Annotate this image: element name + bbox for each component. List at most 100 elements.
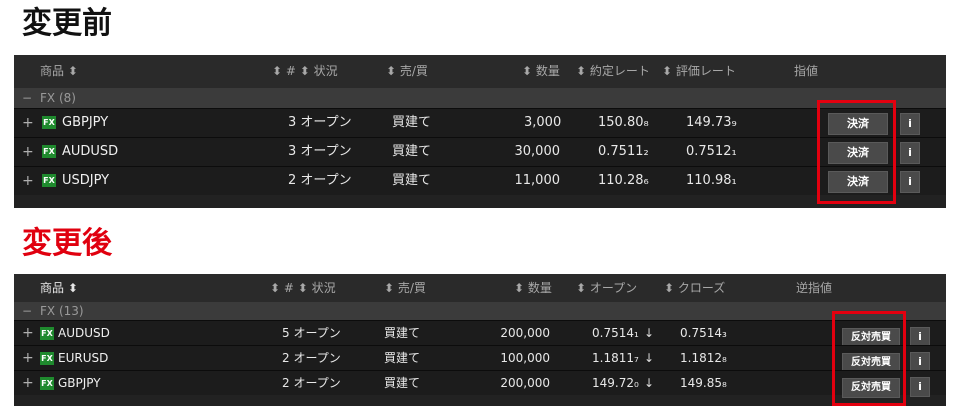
settle-button[interactable]: 決済 [828, 113, 888, 135]
fx-icon: FX [42, 116, 56, 129]
fx-badge: FX [42, 167, 56, 195]
fx-icon: FX [40, 327, 54, 340]
info-button[interactable]: i [910, 377, 930, 397]
status: 2 オープン [282, 351, 341, 365]
symbol: USDJPY [62, 173, 110, 188]
settle-button-wrap: 決済 [828, 171, 888, 193]
header-limit: 指値 [794, 64, 819, 78]
header-quantity[interactable]: ⬍ 数量 [514, 274, 552, 302]
table-row[interactable]: + FX AUDUSD 5 オープン 買建て 200,000 0.7514₁ ↓… [14, 320, 946, 348]
expand-icon[interactable]: + [22, 346, 34, 370]
close-rate: 149.85₈ [680, 376, 727, 390]
header-valuation-rate[interactable]: ⬍ 評価レート [662, 55, 736, 88]
valuation-rate: 0.7512₁ [686, 144, 737, 159]
status: 3 オープン [288, 144, 352, 159]
valuation-rate: 110.98₁ [686, 173, 737, 188]
header-status[interactable]: ⬍ # ⬍ 状況 [270, 274, 336, 302]
table-row[interactable]: + FX EURUSD 2 オープン 買建て 100,000 1.1811₇ ↓… [14, 345, 946, 373]
header-product[interactable]: 商品 ⬍ [40, 55, 78, 88]
settle-button[interactable]: 決済 [828, 142, 888, 164]
table-header: 商品 ⬍ ⬍ # ⬍ 状況 ⬍ 売/買 ⬍ 数量 ⬍ 約定レート ⬍ 評価レート… [14, 55, 946, 88]
table-row[interactable]: + FX USDJPY 2 オープン 買建て 11,000 110.28₆ 11… [14, 166, 946, 195]
fx-badge: FX [40, 371, 54, 395]
side: 買建て [384, 351, 421, 365]
header-open[interactable]: ⬍ オープン [576, 274, 637, 302]
quantity: 30,000 [514, 144, 561, 159]
info-button[interactable]: i [910, 327, 930, 347]
table-row[interactable]: + FX GBPJPY 3 オープン 買建て 3,000 150.80₈ 149… [14, 108, 946, 137]
collapse-icon[interactable]: − [22, 88, 32, 108]
fx-badge: FX [40, 321, 54, 345]
header-contract-rate[interactable]: ⬍ 約定レート [576, 55, 650, 88]
contract-rate: 150.80₈ [598, 115, 649, 130]
down-arrow-icon: ↓ [644, 376, 655, 390]
fx-icon: FX [42, 145, 56, 158]
symbol: EURUSD [58, 351, 109, 365]
quantity: 200,000 [500, 376, 550, 390]
group-label: FX (8) [40, 91, 76, 105]
table-row[interactable]: + FX AUDUSD 3 オープン 買建て 30,000 0.7511₂ 0.… [14, 137, 946, 166]
collapse-icon[interactable]: − [22, 302, 32, 320]
positions-table-before: 商品 ⬍ ⬍ # ⬍ 状況 ⬍ 売/買 ⬍ 数量 ⬍ 約定レート ⬍ 評価レート… [14, 55, 946, 208]
down-arrow-icon: ↓ [644, 326, 655, 340]
symbol: GBPJPY [62, 115, 109, 130]
header-side[interactable]: ⬍ 売/買 [384, 274, 426, 302]
info-button-wrap: i [900, 171, 920, 193]
info-button[interactable]: i [910, 352, 930, 372]
fx-icon: FX [42, 174, 56, 187]
quantity: 100,000 [500, 351, 550, 365]
open-rate: 149.72₀ [592, 376, 639, 390]
valuation-rate: 149.73₉ [686, 115, 737, 130]
side: 買建て [392, 144, 432, 159]
settle-button[interactable]: 決済 [828, 171, 888, 193]
info-button-wrap: i [900, 142, 920, 164]
header-side[interactable]: ⬍ 売/買 [386, 55, 428, 88]
side: 買建て [384, 376, 421, 390]
header-stop: 逆指値 [796, 281, 833, 295]
expand-icon[interactable]: + [22, 321, 34, 345]
reverse-trade-button-wrap: 反対売買 [842, 374, 900, 398]
symbol: AUDUSD [58, 326, 110, 340]
quantity: 3,000 [524, 115, 562, 130]
side: 買建て [384, 326, 421, 340]
fx-icon: FX [40, 377, 54, 390]
status: 2 オープン [282, 376, 341, 390]
fx-badge: FX [42, 109, 56, 137]
reverse-trade-button[interactable]: 反対売買 [842, 378, 900, 398]
status: 3 オープン [288, 115, 352, 130]
status: 2 オープン [288, 173, 352, 188]
open-rate: 1.1811₇ [592, 351, 639, 365]
expand-icon[interactable]: + [22, 167, 34, 195]
expand-icon[interactable]: + [22, 371, 34, 395]
header-quantity[interactable]: ⬍ 数量 [522, 55, 560, 88]
info-button[interactable]: i [900, 142, 920, 164]
expand-icon[interactable]: + [22, 109, 34, 137]
open-rate: 0.7514₁ [592, 326, 639, 340]
contract-rate: 0.7511₂ [598, 144, 649, 159]
table-header: 商品 ⬍ ⬍ # ⬍ 状況 ⬍ 売/買 ⬍ 数量 ⬍ オープン ⬍ クローズ 逆… [14, 274, 946, 302]
fx-badge: FX [42, 138, 56, 166]
symbol: AUDUSD [62, 144, 119, 159]
info-button-wrap: i [900, 113, 920, 135]
info-button[interactable]: i [900, 171, 920, 193]
heading-before: 変更前 [22, 6, 112, 41]
heading-after: 変更後 [22, 226, 112, 261]
header-close[interactable]: ⬍ クローズ [664, 274, 725, 302]
header-status[interactable]: ⬍ # ⬍ 状況 [272, 55, 338, 88]
side: 買建て [392, 115, 432, 130]
status: 5 オープン [282, 326, 341, 340]
header-product[interactable]: 商品 ⬍ [40, 274, 78, 302]
close-rate: 0.7514₃ [680, 326, 727, 340]
group-label: FX (13) [40, 304, 84, 318]
settle-button-wrap: 決済 [828, 113, 888, 135]
expand-icon[interactable]: + [22, 138, 34, 166]
group-row[interactable]: − FX (13) [14, 302, 946, 320]
table-row[interactable]: + FX GBPJPY 2 オープン 買建て 200,000 149.72₀ ↓… [14, 370, 946, 398]
info-button[interactable]: i [900, 113, 920, 135]
side: 買建て [392, 173, 432, 188]
quantity: 11,000 [514, 173, 561, 188]
quantity: 200,000 [500, 326, 550, 340]
group-row[interactable]: − FX (8) [14, 88, 946, 108]
symbol: GBPJPY [58, 376, 101, 390]
info-button-wrap: i [910, 374, 930, 398]
